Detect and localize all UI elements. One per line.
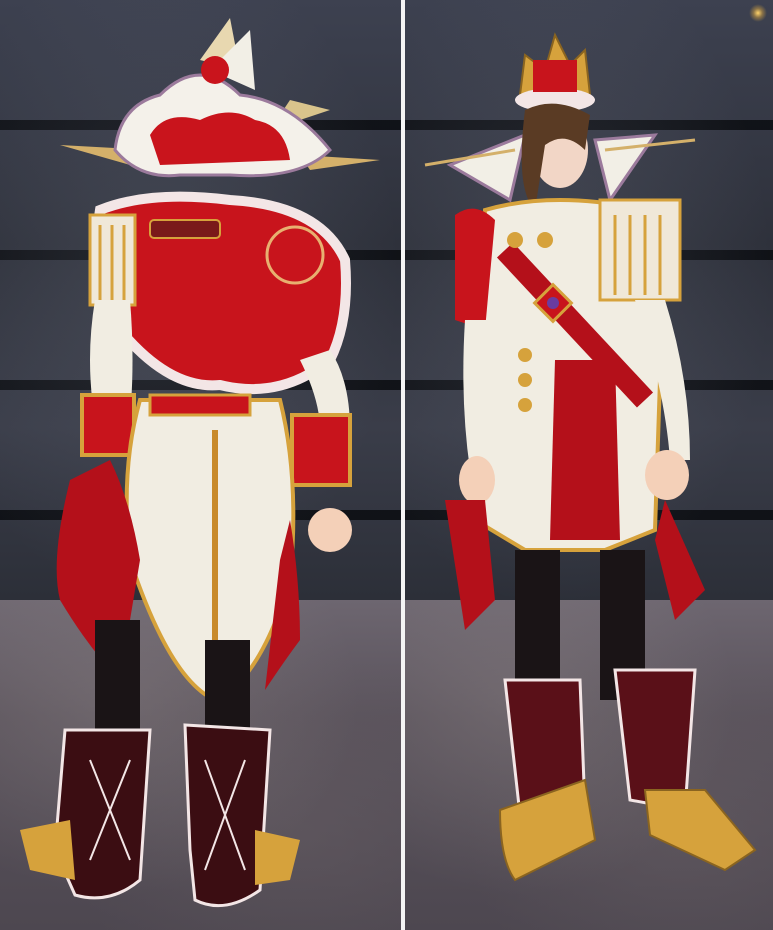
cape-emblem	[265, 225, 325, 285]
left-boot	[498, 678, 597, 882]
left-hand	[459, 456, 495, 504]
left-boot	[20, 728, 152, 900]
cape-strap	[149, 219, 221, 239]
right-hand	[308, 508, 352, 552]
red-coat-flap-right	[655, 500, 705, 620]
crown	[515, 32, 595, 112]
spiked-collar-back	[60, 18, 380, 178]
red-vest	[550, 360, 620, 540]
back-view-panel	[0, 0, 401, 930]
character-back-view	[20, 18, 380, 908]
gold-epaulet-left	[88, 213, 137, 307]
right-boot	[183, 723, 300, 908]
front-view-panel	[405, 0, 773, 930]
screenshot-stage	[0, 0, 773, 930]
gold-epaulet-right	[598, 198, 682, 302]
left-sleeve	[463, 320, 498, 470]
right-cuff	[290, 413, 352, 487]
left-cuff	[80, 393, 136, 457]
right-boot	[613, 668, 757, 872]
belt	[148, 393, 252, 417]
right-hand	[645, 450, 689, 500]
character-front-view	[424, 32, 757, 882]
